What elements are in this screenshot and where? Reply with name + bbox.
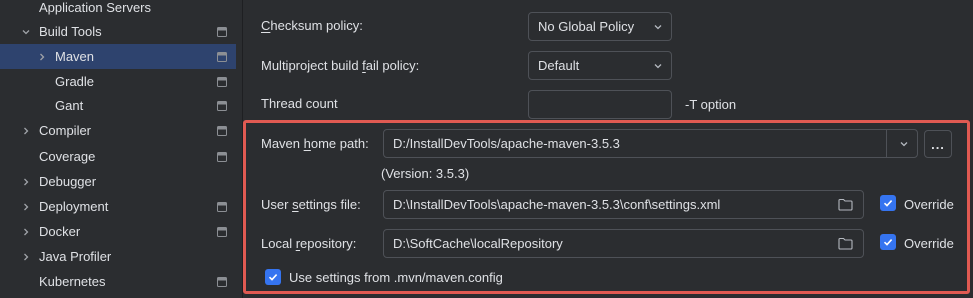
check-icon <box>883 239 893 246</box>
check-icon <box>268 274 278 281</box>
user-settings-file-input[interactable]: D:\InstallDevTools\apache-maven-3.5.3\co… <box>383 190 864 219</box>
thread-count-hint: -T option <box>685 97 737 112</box>
chevron-right-icon[interactable] <box>20 226 32 238</box>
local-repository-override-checkbox[interactable] <box>880 234 896 250</box>
sidebar-item-label: Maven <box>55 49 95 64</box>
sidebar-item-compiler[interactable]: Compiler <box>0 118 242 143</box>
sidebar-item-label: Build Tools <box>39 24 102 39</box>
project-scope-icon <box>217 76 227 87</box>
multiproject-fail-policy-value: Default <box>538 58 580 73</box>
local-repository-value: D:\SoftCache\localRepository <box>393 236 563 251</box>
project-scope-icon <box>217 51 227 62</box>
sidebar-item-label: Deployment <box>39 199 109 214</box>
sidebar-item-label: Compiler <box>39 123 92 138</box>
user-settings-override-checkbox[interactable] <box>880 195 896 211</box>
sidebar-item-label: Coverage <box>39 149 96 164</box>
local-repository-label: Local repository: <box>261 236 357 251</box>
combo-separator <box>886 130 887 157</box>
folder-icon[interactable] <box>838 198 853 211</box>
sidebar-scrollbar[interactable] <box>236 0 242 298</box>
sidebar-item-label: Application Servers <box>39 0 151 15</box>
sidebar-item-kubernetes[interactable]: Kubernetes <box>0 269 242 294</box>
sidebar-item-application-servers[interactable]: Application Servers <box>0 0 242 20</box>
mvn-config-checkbox[interactable] <box>265 269 281 285</box>
chevron-down-icon[interactable] <box>20 26 32 38</box>
maven-home-label: Maven home path: <box>261 136 369 151</box>
check-icon <box>883 200 893 207</box>
chevron-down-icon <box>653 61 663 71</box>
multiproject-fail-policy-label: Multiproject build fail policy: <box>261 58 420 73</box>
user-settings-file-value: D:\InstallDevTools\apache-maven-3.5.3\co… <box>393 197 721 212</box>
sidebar-item-gant[interactable]: Gant <box>0 93 242 118</box>
sidebar-item-debugger[interactable]: Debugger <box>0 169 242 194</box>
chevron-right-icon[interactable] <box>20 176 32 188</box>
folder-icon[interactable] <box>838 237 853 250</box>
maven-version-text: (Version: 3.5.3) <box>381 166 470 181</box>
project-scope-icon <box>217 26 227 37</box>
project-scope-icon <box>217 276 227 287</box>
sidebar-item-label: Java Profiler <box>39 249 112 264</box>
project-scope-icon <box>217 201 227 212</box>
checksum-policy-dropdown[interactable]: No Global Policy <box>528 12 672 41</box>
chevron-down-icon[interactable] <box>899 139 909 149</box>
maven-home-path-combo[interactable]: D:/InstallDevTools/apache-maven-3.5.3 <box>383 129 918 158</box>
multiproject-fail-policy-dropdown[interactable]: Default <box>528 51 672 80</box>
sidebar-item-label: Docker <box>39 224 81 239</box>
settings-sidebar: Application Servers Build Tools Maven Gr… <box>0 0 243 298</box>
project-scope-icon <box>217 151 227 162</box>
chevron-right-icon[interactable] <box>20 251 32 263</box>
local-repository-override-label[interactable]: Override <box>904 236 954 251</box>
sidebar-item-label: Gradle <box>55 74 95 89</box>
user-settings-label: User settings file: <box>261 197 361 212</box>
project-scope-icon <box>217 125 227 136</box>
thread-count-label: Thread count <box>261 96 338 111</box>
checksum-policy-value: No Global Policy <box>538 19 635 34</box>
browse-maven-home-button[interactable]: ... <box>924 130 952 158</box>
local-repository-input[interactable]: D:\SoftCache\localRepository <box>383 229 864 258</box>
sidebar-item-java-profiler[interactable]: Java Profiler <box>0 244 242 269</box>
sidebar-item-label: Gant <box>55 98 84 113</box>
chevron-right-icon[interactable] <box>36 51 48 63</box>
sidebar-item-label: Debugger <box>39 174 97 189</box>
user-settings-override-label[interactable]: Override <box>904 197 954 212</box>
thread-count-input[interactable] <box>528 90 672 119</box>
sidebar-item-build-tools[interactable]: Build Tools <box>0 19 242 44</box>
maven-home-path-value: D:/InstallDevTools/apache-maven-3.5.3 <box>393 136 620 151</box>
sidebar-item-gradle[interactable]: Gradle <box>0 69 242 94</box>
project-scope-icon <box>217 226 227 237</box>
sidebar-item-coverage[interactable]: Coverage <box>0 144 242 169</box>
chevron-right-icon[interactable] <box>20 201 32 213</box>
checksum-policy-label: Checksum policy: <box>261 18 363 33</box>
sidebar-item-docker[interactable]: Docker <box>0 219 242 244</box>
sidebar-item-deployment[interactable]: Deployment <box>0 194 242 219</box>
project-scope-icon <box>217 100 227 111</box>
sidebar-item-label: Kubernetes <box>39 274 106 289</box>
sidebar-item-maven[interactable]: Maven <box>0 44 242 69</box>
mvn-config-label[interactable]: Use settings from .mvn/maven.config <box>289 270 503 285</box>
chevron-right-icon[interactable] <box>20 125 32 137</box>
chevron-down-icon <box>653 22 663 32</box>
